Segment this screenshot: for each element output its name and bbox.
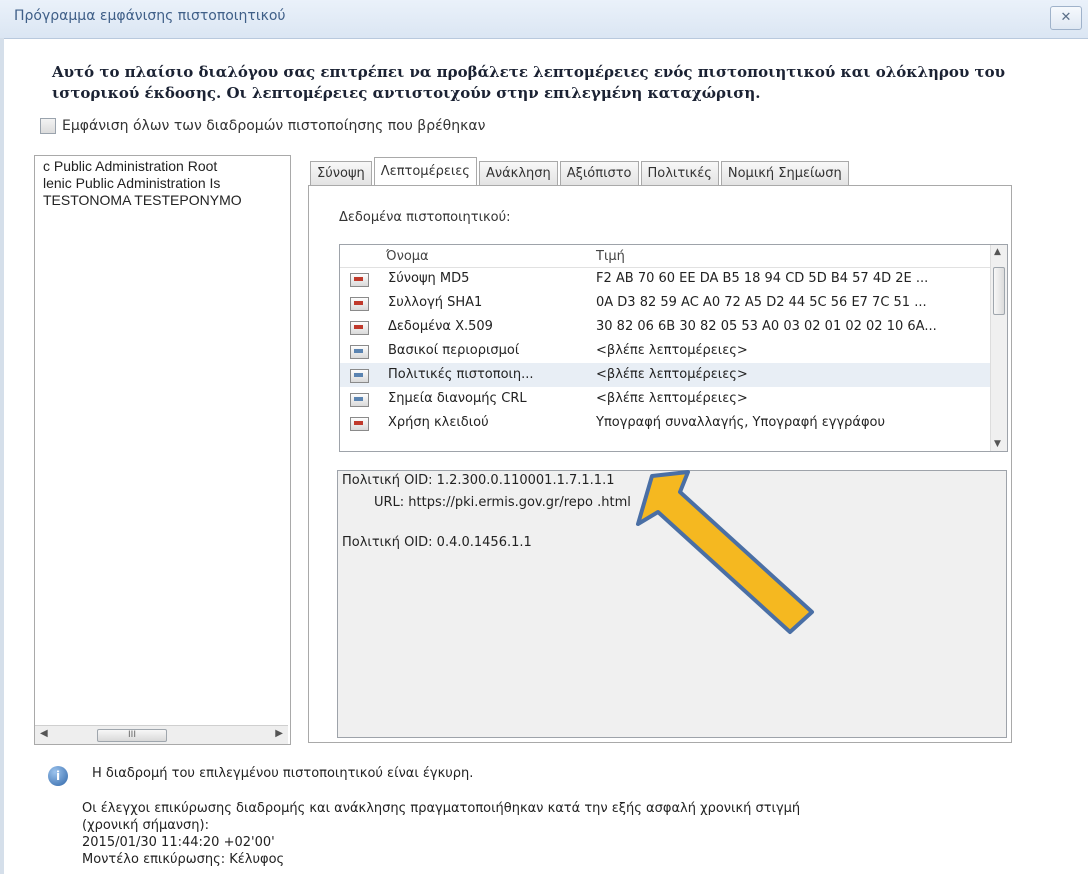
certificate-field-icon [350,369,369,383]
field-name: Συλλογή SHA1 [388,295,483,310]
field-name: Πολιτικές πιστοποιη... [388,367,534,382]
field-row-md5[interactable]: Σύνοψη MD5 F2 AB 70 60 EE DA B5 18 94 CD… [340,267,990,291]
chain-item-root[interactable]: c Public Administration Root [35,158,290,175]
scroll-right-icon[interactable]: ▶ [275,728,283,739]
field-name: Βασικοί περιορισμοί [388,343,520,358]
description-line-1: Αυτό το πλαίσιο διαλόγου σας επιτρέπει ν… [52,63,1006,81]
window-title: Πρόγραμμα εμφάνισης πιστοποιητικού [14,8,286,24]
certificate-field-icon [350,273,369,287]
field-row-basic-constraints[interactable]: Βασικοί περιορισμοί <βλέπε λεπτομέρειες> [340,339,990,363]
certificate-field-icon [350,297,369,311]
show-all-paths-checkbox[interactable] [40,118,56,134]
arrow-shape [636,470,814,634]
policy-oid-2: Πολιτική OID: 0.4.0.1456.1.1 [342,535,532,550]
validation-info-line-1: Οι έλεγχοι επικύρωσης διαδρομής και ανάκ… [82,801,801,816]
field-value: F2 AB 70 60 EE DA B5 18 94 CD 5D B4 57 4… [596,271,929,286]
field-name: Σημεία διανομής CRL [388,391,527,406]
chain-item-leaf[interactable]: TESTONOMA TESTEPONYMO [35,192,290,209]
tab-policies[interactable]: Πολιτικές [640,161,719,186]
field-name: Σύνοψη MD5 [388,271,470,286]
column-header-value[interactable]: Τιμή [596,249,625,264]
details-panel: Δεδομένα πιστοποιητικού: Όνομα Τιμή Σύνο… [308,185,1012,743]
info-icon: i [48,766,68,786]
scroll-down-icon[interactable]: ▼ [994,439,1001,449]
show-all-paths-row[interactable]: Εμφάνιση όλων των διαδρομών πιστοποίησης… [40,118,485,134]
scroll-thumb[interactable] [993,267,1005,315]
validation-info-line-2: (χρονική σήμανση): [82,818,209,833]
scroll-left-icon[interactable]: ◀ [40,728,48,739]
certificate-data-label: Δεδομένα πιστοποιητικού: [339,210,511,225]
validation-timestamp: 2015/01/30 11:44:20 +02'00' [82,835,275,850]
field-value: Υπογραφή συναλλαγής, Υπογραφή εγγράφου [596,415,886,430]
field-value: 30 82 06 6B 30 82 05 53 A0 03 02 01 02 0… [596,319,937,334]
tab-summary[interactable]: Σύνοψη [310,161,372,186]
scroll-thumb[interactable]: III [97,729,167,742]
tab-details[interactable]: Λεπτομέρειες [373,157,477,186]
validation-model: Μοντέλο επικύρωσης: Κέλυφος [82,852,285,867]
certificate-chain-tree[interactable]: c Public Administration Root lenic Publi… [34,155,291,745]
tab-bar: Σύνοψη Λεπτομέρειες Ανάκληση Αξιόπιστο Π… [310,157,851,186]
title-bar: Πρόγραμμα εμφάνισης πιστοποιητικού ✕ [0,0,1088,39]
window-frame [0,38,4,874]
field-row-policies[interactable]: Πολιτικές πιστοποιη... <βλέπε λεπτομέρει… [340,363,990,387]
validation-info: Οι έλεγχοι επικύρωσης διαδρομής και ανάκ… [82,800,1072,868]
tab-revocation[interactable]: Ανάκληση [478,161,558,186]
field-value: <βλέπε λεπτομέρειες> [596,367,748,382]
field-row-sha1[interactable]: Συλλογή SHA1 0A D3 82 59 AC A0 72 A5 D2 … [340,291,990,315]
chain-item-intermediate[interactable]: lenic Public Administration Is [35,175,290,192]
certificate-field-icon [350,417,369,431]
column-header-name[interactable]: Όνομα [386,249,429,264]
field-name: Χρήση κλειδιού [388,415,489,430]
policy-url: URL: https://pki.ermis.gov.gr/repo .html [374,495,631,510]
scroll-up-icon[interactable]: ▲ [994,247,1001,257]
certificate-field-icon [350,321,369,335]
show-all-paths-label: Εμφάνιση όλων των διαδρομών πιστοποίησης… [62,118,486,134]
field-value: <βλέπε λεπτομέρειες> [596,343,748,358]
field-row-crl[interactable]: Σημεία διανομής CRL <βλέπε λεπτομέρειες> [340,387,990,411]
description-line-2: ιστορικού έκδοσης. Οι λεπτομέρειες αντισ… [52,84,761,102]
chain-horizontal-scrollbar[interactable]: ◀ III ▶ [35,725,288,744]
certificate-field-list[interactable]: Όνομα Τιμή Σύνοψη MD5 F2 AB 70 60 EE DA … [339,244,1008,452]
field-value: 0A D3 82 59 AC A0 72 A5 D2 44 5C 56 E7 7… [596,295,927,310]
close-button[interactable]: ✕ [1050,6,1082,30]
certificate-field-icon [350,393,369,407]
field-row-x509[interactable]: Δεδομένα X.509 30 82 06 6B 30 82 05 53 A… [340,315,990,339]
policy-oid-1: Πολιτική OID: 1.2.300.0.110001.1.7.1.1.1 [342,473,615,488]
highlight-arrow-icon [636,470,814,634]
field-row-key-usage[interactable]: Χρήση κλειδιού Υπογραφή συναλλαγής, Υπογ… [340,411,990,435]
field-list-scrollbar[interactable]: ▲ ▼ [990,245,1007,451]
path-valid-message: Η διαδρομή του επιλεγμένου πιστοποιητικο… [92,766,474,781]
field-name: Δεδομένα X.509 [388,319,493,334]
field-value: <βλέπε λεπτομέρειες> [596,391,748,406]
certificate-field-icon [350,345,369,359]
tab-trust[interactable]: Αξιόπιστο [559,161,639,186]
dialog-description: Αυτό το πλαίσιο διαλόγου σας επιτρέπει ν… [52,62,1062,104]
tab-legal-notice[interactable]: Νομική Σημείωση [720,161,849,186]
list-header: Όνομα Τιμή [340,245,990,268]
